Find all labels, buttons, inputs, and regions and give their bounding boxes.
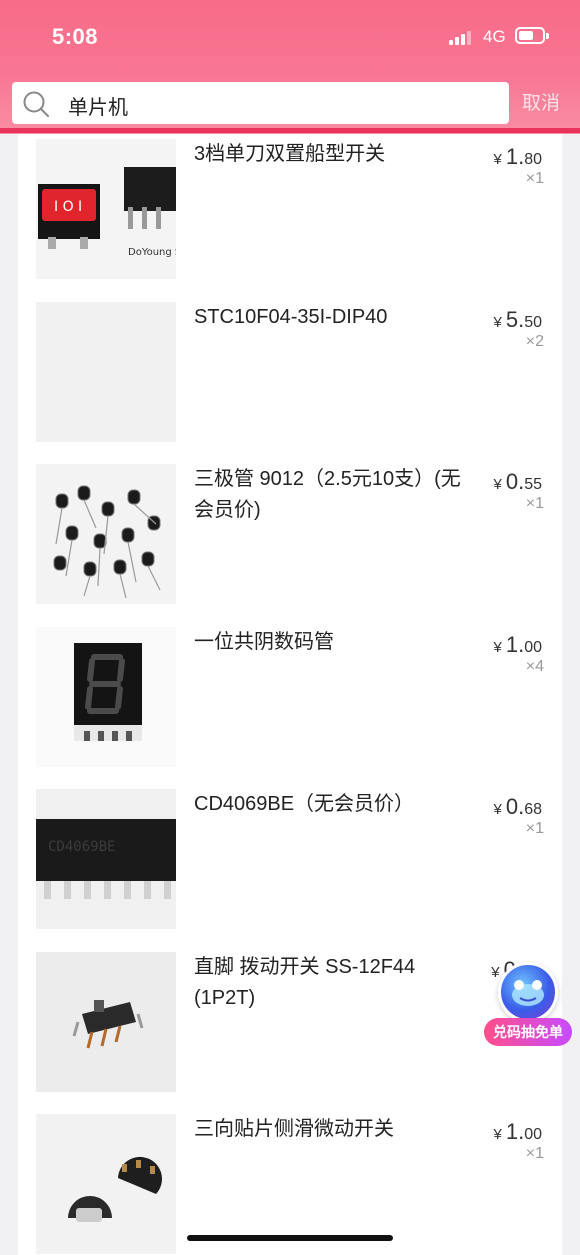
item-price: ¥1.00 — [493, 1119, 543, 1144]
list-item[interactable]: CD4069BE CD4069BE（无会员价） ¥0.68 ×1 — [18, 784, 562, 936]
item-price: ¥5.50 — [493, 307, 543, 332]
product-image — [36, 627, 176, 767]
item-title: 三极管 9012（2.5元10支）(无会员价) — [194, 468, 461, 521]
item-title: 3档单刀双置船型开关 — [194, 143, 386, 165]
battery-icon — [515, 27, 549, 44]
item-quantity: ×4 — [525, 658, 544, 675]
promo-label: 兑码抽免单 — [484, 1018, 572, 1046]
product-image — [36, 1114, 176, 1254]
item-title: 三向贴片侧滑微动开关 — [194, 1118, 394, 1140]
network-label: 4G — [483, 27, 506, 46]
home-indicator[interactable] — [187, 1235, 393, 1241]
item-quantity: ×1 — [525, 820, 544, 837]
order-item-list: I O I DoYoung Studio 3档单刀双置船型开关 ¥1.80 ×1… — [18, 134, 562, 1255]
status-time: 5:08 — [52, 24, 99, 49]
list-item[interactable]: STC10F04-35I-DIP40 ¥5.50 ×2 — [18, 297, 562, 449]
product-image — [36, 464, 176, 604]
frog-mascot-icon — [498, 962, 558, 1022]
product-image: I O I DoYoung Studio — [36, 139, 176, 279]
item-price: ¥0.68 — [493, 794, 543, 819]
promo-float-button[interactable]: 兑码抽免单 — [481, 962, 575, 1052]
cancel-button[interactable]: 取消 — [522, 88, 560, 115]
watermark-text: DoYoung Studio — [128, 247, 176, 258]
product-image — [36, 952, 176, 1092]
product-image: CD4069BE — [36, 789, 176, 929]
product-image — [36, 302, 176, 442]
svg-text:I O I: I O I — [54, 199, 82, 215]
item-quantity: ×1 — [525, 1145, 544, 1162]
search-query: 单片机 — [68, 97, 128, 119]
item-title: STC10F04-35I-DIP40 — [194, 306, 388, 328]
list-item[interactable]: 三向贴片侧滑微动开关 ¥1.00 ×1 — [18, 1109, 562, 1255]
list-item[interactable]: I O I DoYoung Studio 3档单刀双置船型开关 ¥1.80 ×1 — [18, 134, 562, 286]
signal-icon — [449, 31, 471, 45]
list-item[interactable]: 一位共阴数码管 ¥1.00 ×4 — [18, 622, 562, 774]
item-title: 直脚 拨动开关 SS-12F44 (1P2T) — [194, 956, 416, 1009]
item-quantity: ×1 — [525, 170, 544, 187]
item-price: ¥1.00 — [493, 632, 543, 657]
search-icon — [23, 91, 49, 117]
chip-marking: CD4069BE — [48, 839, 115, 855]
item-price: ¥0.55 — [493, 469, 543, 494]
item-title: 一位共阴数码管 — [194, 631, 334, 653]
item-title: CD4069BE（无会员价） — [194, 793, 415, 815]
header-divider — [0, 128, 580, 133]
item-quantity: ×1 — [525, 495, 544, 512]
list-item[interactable]: 三极管 9012（2.5元10支）(无会员价) ¥0.55 ×1 — [18, 459, 562, 611]
item-price: ¥1.80 — [493, 144, 543, 169]
status-bar: 5:08 4G — [0, 0, 580, 72]
search-input[interactable]: 单片机 — [12, 82, 509, 124]
item-quantity: ×2 — [525, 333, 544, 350]
